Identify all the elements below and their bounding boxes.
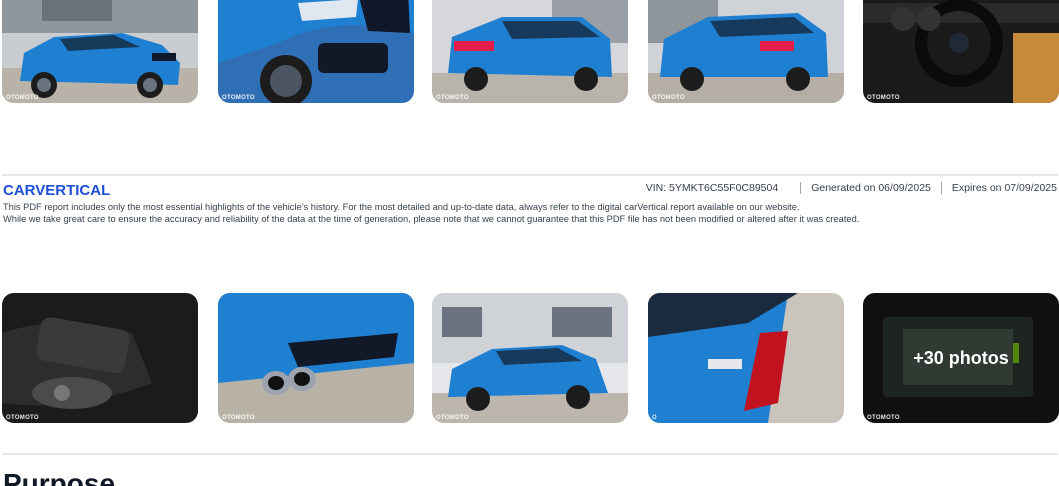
vehicle-photo-image: [2, 0, 198, 103]
watermark: O: [652, 415, 657, 421]
watermark: OTOMOTO: [222, 95, 255, 101]
vehicle-photo-image: [648, 0, 844, 103]
vehicle-photo[interactable]: OTOMOTO: [2, 293, 198, 423]
section-title: Purpose: [3, 468, 116, 486]
divider: [2, 174, 1058, 176]
svg-text:CARVERTICAL: CARVERTICAL: [3, 182, 110, 198]
report-meta: VIN: 5YMKT6C55F0C89504 Generated on 06/0…: [646, 182, 1057, 194]
watermark: OTOMOTO: [222, 415, 255, 421]
photo-gallery-top: OTOMOTO OTOMOTO OTOMOTO OTOMOTO OTOMOTO: [2, 0, 1059, 103]
vin-value: 5YMKT6C55F0C89504: [669, 182, 779, 194]
vehicle-photo-image: [218, 293, 414, 423]
vehicle-photo[interactable]: OTOMOTO: [218, 0, 414, 103]
photo-gallery-bottom: OTOMOTO OTOMOTO OTOMOTO O +30 photos OTO…: [2, 293, 1059, 423]
vehicle-photo[interactable]: OTOMOTO: [2, 0, 198, 103]
disclaimer-line: This PDF report includes only the most e…: [3, 202, 800, 212]
vehicle-photo[interactable]: O: [648, 293, 844, 423]
meta-separator: [940, 182, 942, 194]
vin-label: VIN:: [645, 182, 667, 194]
vehicle-photo-image: [863, 0, 1059, 103]
vehicle-photo-image: [648, 293, 844, 423]
watermark: OTOMOTO: [867, 95, 900, 101]
meta-separator: [800, 182, 802, 194]
watermark: OTOMOTO: [652, 95, 685, 101]
expires-date: 07/09/2025: [1004, 182, 1057, 194]
carvertical-logo: CARVERTICAL: [3, 182, 110, 198]
watermark: OTOMOTO: [436, 415, 469, 421]
vehicle-photo[interactable]: OTOMOTO: [863, 0, 1059, 103]
vehicle-photo-image: [432, 293, 628, 423]
vehicle-photo[interactable]: OTOMOTO: [218, 293, 414, 423]
vehicle-photo-image: [432, 0, 628, 103]
disclaimer-line: While we take great care to ensure the a…: [3, 214, 860, 224]
expires-label: Expires on: [951, 182, 1002, 194]
more-photos-label: +30 photos: [913, 347, 1009, 368]
more-photos-overlay: +30 photos: [863, 293, 1059, 423]
watermark: OTOMOTO: [6, 95, 39, 101]
more-photos-tile[interactable]: +30 photos OTOMOTO: [863, 293, 1059, 423]
watermark: OTOMOTO: [867, 415, 900, 421]
disclaimer: This PDF report includes only the most e…: [3, 201, 1057, 225]
vehicle-photo[interactable]: OTOMOTO: [432, 0, 628, 103]
generated-label: Generated on: [811, 182, 876, 194]
vehicle-photo[interactable]: OTOMOTO: [432, 293, 628, 423]
watermark: OTOMOTO: [436, 95, 469, 101]
vehicle-photo-image: [2, 293, 198, 423]
vehicle-photo[interactable]: OTOMOTO: [648, 0, 844, 103]
vehicle-photo-image: [218, 0, 414, 103]
watermark: OTOMOTO: [6, 415, 39, 421]
generated-date: 06/09/2025: [878, 182, 931, 194]
divider: [2, 453, 1058, 455]
